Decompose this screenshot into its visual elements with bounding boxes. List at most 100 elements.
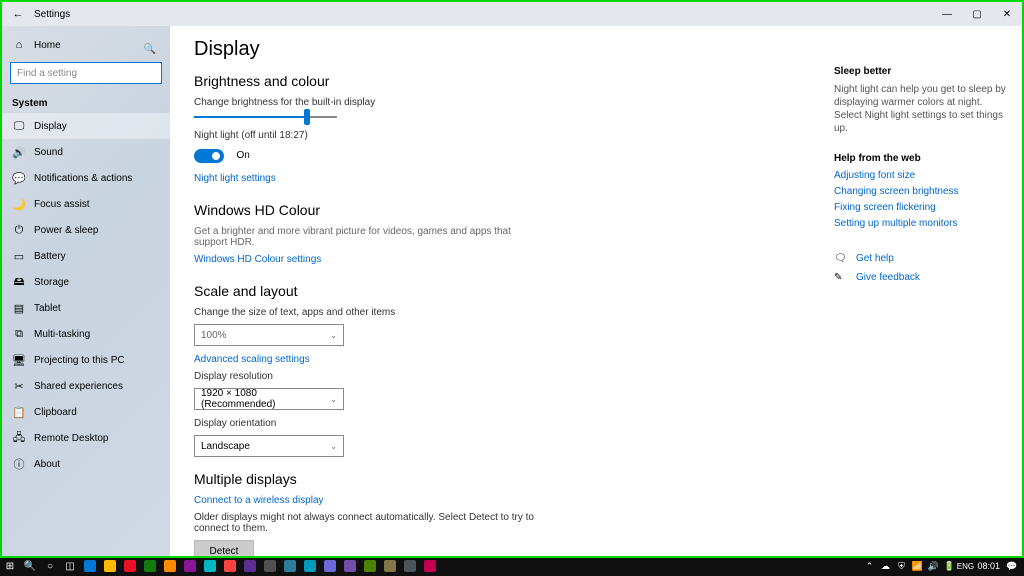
resolution-select[interactable]: 1920 × 1080 (Recommended) ⌄ [194, 388, 344, 410]
taskbar-app[interactable] [280, 556, 300, 576]
orientation-select[interactable]: Landscape ⌄ [194, 435, 344, 457]
night-light-toggle[interactable] [194, 149, 224, 163]
help-link[interactable]: Fixing screen flickering [834, 202, 1006, 213]
detect-button[interactable]: Detect [194, 540, 254, 556]
volume-icon[interactable]: 🔊 [925, 556, 941, 576]
sidebar-item-label: Remote Desktop [34, 433, 108, 444]
sidebar-icon: ✂ [12, 379, 26, 393]
resolution-label: Display resolution [194, 371, 798, 382]
taskbar-app[interactable] [360, 556, 380, 576]
sidebar-icon: ▤ [12, 301, 26, 315]
get-help-link[interactable]: Get help [856, 253, 894, 264]
sidebar-icon: ⓘ [12, 457, 26, 471]
taskbar-app[interactable] [120, 556, 140, 576]
sidebar-item-label: Projecting to this PC [34, 355, 125, 366]
taskbar-app[interactable] [340, 556, 360, 576]
sidebar-icon: 🖧 [12, 431, 26, 445]
taskbar-app[interactable] [320, 556, 340, 576]
feedback-icon: ✎ [834, 272, 850, 283]
start-button[interactable]: ⊞ [0, 556, 20, 576]
battery-icon[interactable]: 🔋 [941, 556, 957, 576]
taskbar-app[interactable] [160, 556, 180, 576]
sidebar-item-notifications-actions[interactable]: 💬Notifications & actions [2, 165, 170, 191]
sidebar-item-power-sleep[interactable]: ⏻Power & sleep [2, 217, 170, 243]
sidebar-item-focus-assist[interactable]: 🌙 Focus assist [2, 191, 170, 217]
taskbar-app[interactable] [200, 556, 220, 576]
sidebar-icon: 🌙 [12, 197, 26, 211]
sidebar-item-multi-tasking[interactable]: ⧉Multi-tasking [2, 321, 170, 347]
right-panel: Sleep better Night light can help you ge… [822, 26, 1022, 556]
multi-heading: Multiple displays [194, 471, 798, 487]
language-icon[interactable]: ENG [957, 556, 973, 576]
taskbar-app[interactable] [140, 556, 160, 576]
sidebar-item-remote-desktop[interactable]: 🖧 Remote Desktop [2, 425, 170, 451]
minimize-button[interactable]: — [932, 2, 962, 26]
notifications-icon[interactable]: 💬 [1004, 556, 1020, 576]
taskbar-app[interactable] [400, 556, 420, 576]
sidebar-item-battery[interactable]: ▭ Battery [2, 243, 170, 269]
taskbar-app[interactable] [380, 556, 400, 576]
sidebar-item-label: Display [34, 121, 67, 132]
taskbar-app[interactable] [300, 556, 320, 576]
taskbar-app[interactable] [80, 556, 100, 576]
cortana-icon[interactable]: ○ [40, 556, 60, 576]
multi-desc: Older displays might not always connect … [194, 512, 534, 534]
taskbar-app[interactable] [260, 556, 280, 576]
sidebar-item-storage[interactable]: 🖴 Storage [2, 269, 170, 295]
maximize-button[interactable]: ▢ [962, 2, 992, 26]
taskbar-app[interactable] [240, 556, 260, 576]
help-link[interactable]: Setting up multiple monitors [834, 218, 1006, 229]
brightness-heading: Brightness and colour [194, 73, 798, 89]
wifi-icon[interactable]: 📶 [909, 556, 925, 576]
sidebar-item-label: Battery [34, 251, 66, 262]
sidebar-item-label: Storage [34, 277, 69, 288]
titlebar: ← Settings — ▢ ✕ [2, 2, 1022, 26]
search-input[interactable] [10, 62, 162, 84]
sidebar-item-clipboard[interactable]: 📋Clipboard [2, 399, 170, 425]
sidebar-section-label: System [2, 92, 170, 113]
sidebar-icon: ▭ [12, 249, 26, 263]
help-link[interactable]: Adjusting font size [834, 170, 1006, 181]
search-taskbar-icon[interactable]: 🔍 [20, 556, 40, 576]
sleep-text: Night light can help you get to sleep by… [834, 83, 1006, 135]
hd-desc: Get a brighter and more vibrant picture … [194, 226, 534, 248]
hd-settings-link[interactable]: Windows HD Colour settings [194, 254, 798, 265]
sidebar-item-about[interactable]: ⓘAbout [2, 451, 170, 477]
content-area: Display Brightness and colour Change bri… [170, 26, 822, 556]
resolution-value: 1920 × 1080 (Recommended) [201, 388, 330, 410]
taskbar-app[interactable] [180, 556, 200, 576]
taskbar: ⊞ 🔍 ○ ◫ ⌃ ☁ ⛨ 📶 🔊 🔋 ENG 08:01 💬 [0, 556, 1024, 576]
taskbar-app[interactable] [100, 556, 120, 576]
connect-wireless-link[interactable]: Connect to a wireless display [194, 495, 798, 506]
help-link[interactable]: Changing screen brightness [834, 186, 1006, 197]
home-icon: ⌂ [12, 38, 26, 52]
sidebar-item-tablet[interactable]: ▤Tablet [2, 295, 170, 321]
sidebar-icon: ⧉ [12, 327, 26, 341]
orientation-value: Landscape [201, 441, 250, 452]
sidebar-item-projecting-to-this-pc[interactable]: 🖥Projecting to this PC [2, 347, 170, 373]
sidebar-icon: 🔊 [12, 145, 26, 159]
task-view-icon[interactable]: ◫ [60, 556, 80, 576]
brightness-desc: Change brightness for the built-in displ… [194, 97, 798, 108]
feedback-link[interactable]: Give feedback [856, 272, 920, 283]
hd-heading: Windows HD Colour [194, 202, 798, 218]
security-icon[interactable]: ⛨ [893, 556, 909, 576]
scale-size-select[interactable]: 100% ⌄ [194, 324, 344, 346]
taskbar-app[interactable] [220, 556, 240, 576]
sidebar-item-label: Focus assist [34, 199, 90, 210]
back-button[interactable]: ← [8, 4, 28, 24]
sidebar-icon: 🖴 [12, 275, 26, 289]
close-button[interactable]: ✕ [992, 2, 1022, 26]
night-light-settings-link[interactable]: Night light settings [194, 173, 798, 184]
brightness-slider[interactable] [194, 116, 334, 118]
taskbar-app[interactable] [420, 556, 440, 576]
sidebar-item-sound[interactable]: 🔊Sound [2, 139, 170, 165]
clock[interactable]: 08:01 [973, 561, 1004, 571]
help-icon: 🗨 [834, 253, 850, 264]
scale-size-value: 100% [201, 330, 227, 341]
sidebar-item-shared-experiences[interactable]: ✂Shared experiences [2, 373, 170, 399]
sidebar-item-display[interactable]: 🖵Display [2, 113, 170, 139]
advanced-scaling-link[interactable]: Advanced scaling settings [194, 354, 798, 365]
tray-chevron-icon[interactable]: ⌃ [861, 556, 877, 576]
onedrive-icon[interactable]: ☁ [877, 556, 893, 576]
